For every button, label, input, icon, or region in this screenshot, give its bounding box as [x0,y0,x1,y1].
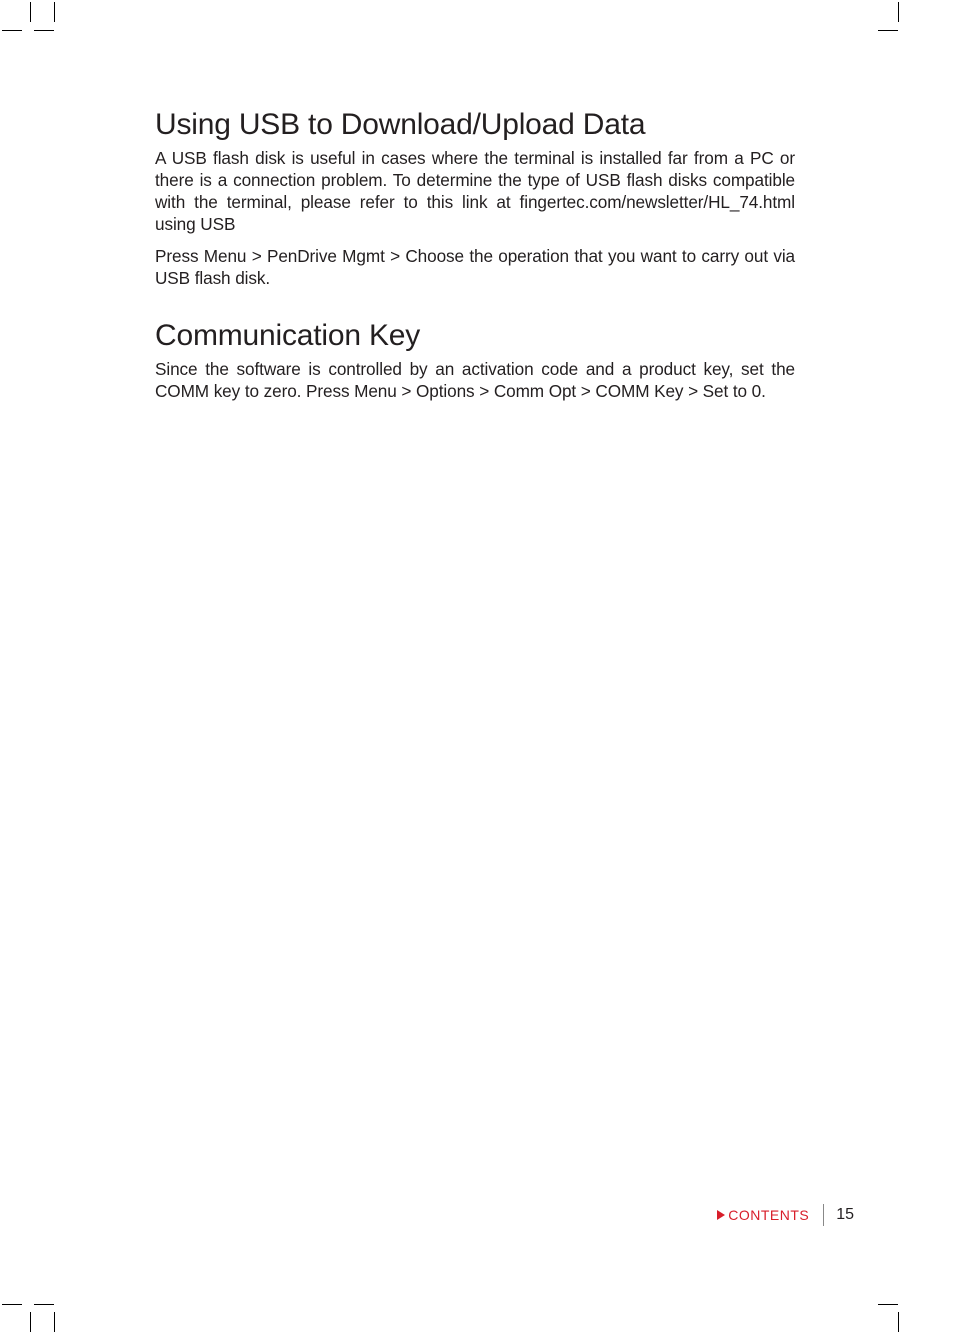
crop-mark [54,2,55,22]
section-heading-usb: Using USB to Download/Upload Data [155,108,795,141]
footer-divider [823,1204,824,1226]
crop-mark [54,1312,55,1332]
page-footer: CONTENTS 15 [0,1204,954,1234]
crop-mark [898,2,899,22]
page-number: 15 [836,1206,854,1224]
crop-mark [30,2,31,22]
crop-mark [878,1304,898,1305]
body-text: Press Menu > PenDrive Mgmt > Choose the … [155,245,795,289]
page-content: Using USB to Download/Upload Data A USB … [155,108,795,412]
crop-mark [878,30,898,31]
crop-mark [2,30,22,31]
crop-mark [2,1304,22,1305]
section-heading-comm-key: Communication Key [155,319,795,352]
crop-mark [34,1304,54,1305]
triangle-right-icon [717,1210,725,1220]
crop-mark [34,30,54,31]
crop-mark [898,1312,899,1332]
body-text: A USB flash disk is useful in cases wher… [155,147,795,235]
contents-link[interactable]: CONTENTS [728,1207,809,1223]
body-text: Since the software is controlled by an a… [155,358,795,402]
crop-mark [30,1312,31,1332]
